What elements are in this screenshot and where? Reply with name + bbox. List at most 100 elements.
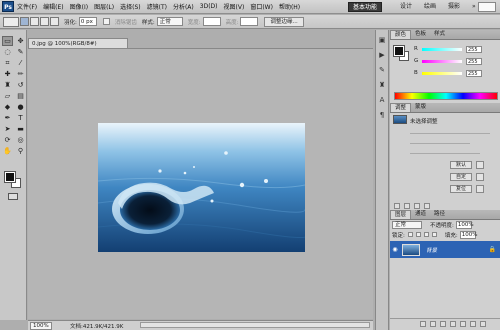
layer-row[interactable]: ◉ 背景 🔒 <box>390 241 500 258</box>
foreground-color-swatch[interactable] <box>4 171 16 183</box>
adjust-reset-option-icon[interactable] <box>476 185 484 193</box>
layer-style-icon[interactable] <box>430 320 436 327</box>
shape-tool-icon[interactable]: ▬ <box>15 124 26 134</box>
blur-tool-icon[interactable]: ◆ <box>2 102 13 112</box>
path-select-tool-icon[interactable]: ➤ <box>2 124 13 134</box>
menu-view[interactable]: 视图(V) <box>221 2 248 11</box>
clone-stamp-tool-icon[interactable]: ♜ <box>2 80 13 90</box>
tab-paths[interactable]: 路径 <box>430 210 449 219</box>
tab-masks[interactable]: 蒙版 <box>411 103 430 112</box>
adjustment-layer-icon[interactable] <box>450 320 456 327</box>
water-splash-image[interactable] <box>98 123 305 252</box>
lock-pixels-icon[interactable] <box>415 232 421 237</box>
clip-icon[interactable] <box>394 203 400 209</box>
move-tool-icon[interactable]: ✥ <box>15 36 26 46</box>
adjust-custom-button[interactable]: 自定 <box>450 173 472 181</box>
menu-3d[interactable]: 3D(D) <box>197 3 221 10</box>
antialias-checkbox[interactable] <box>102 18 110 25</box>
quick-mask-icon[interactable] <box>8 193 18 200</box>
delete-layer-icon[interactable] <box>480 320 486 327</box>
opacity-input[interactable]: 100% <box>455 221 474 229</box>
history-brush-tool-icon[interactable]: ↺ <box>15 80 26 90</box>
dodge-tool-icon[interactable]: ● <box>15 102 26 112</box>
add-selection-icon[interactable] <box>30 17 39 26</box>
type-tool-icon[interactable]: T <box>15 113 26 123</box>
style-select[interactable]: 正常 <box>156 17 183 26</box>
status-zoom-field[interactable]: 100% <box>30 321 52 330</box>
new-group-icon[interactable] <box>460 320 466 327</box>
clone-source-icon[interactable]: ♜ <box>377 81 387 90</box>
workspace-photography-button[interactable]: 摄影 <box>444 2 464 12</box>
brush-tool-icon[interactable]: ✏ <box>15 69 26 79</box>
height-input[interactable] <box>240 17 259 26</box>
trash-icon[interactable] <box>424 203 430 209</box>
blue-value-input[interactable]: 255 <box>466 69 482 77</box>
brush-presets-icon[interactable]: ✎ <box>377 66 387 75</box>
tab-color[interactable]: 颜色 <box>390 30 412 39</box>
menu-layer[interactable]: 图层(L) <box>91 2 117 11</box>
pen-tool-icon[interactable]: ✒ <box>2 113 13 123</box>
paragraph-icon[interactable]: ¶ <box>377 111 387 120</box>
quick-select-tool-icon[interactable]: ✎ <box>15 47 26 57</box>
actions-icon[interactable]: ▶ <box>377 51 387 60</box>
reset-adjustment-icon[interactable] <box>414 203 420 209</box>
menu-edit[interactable]: 编辑(E) <box>40 2 66 11</box>
fill-input[interactable]: 100% <box>459 230 477 239</box>
hand-tool-icon[interactable]: ✋ <box>2 146 13 156</box>
red-slider[interactable] <box>422 47 462 51</box>
blend-mode-select[interactable]: 正常 <box>392 221 422 229</box>
eraser-tool-icon[interactable]: ▱ <box>2 91 13 101</box>
lasso-tool-icon[interactable]: ◌ <box>2 47 13 57</box>
3d-rotate-tool-icon[interactable]: ⟳ <box>2 135 13 145</box>
marquee-tool-icon[interactable]: ▭ <box>2 36 13 46</box>
menu-image[interactable]: 图像(I) <box>67 2 91 11</box>
history-icon[interactable]: ▣ <box>377 36 387 45</box>
lock-position-icon[interactable] <box>423 232 429 237</box>
menu-help[interactable]: 帮助(H) <box>276 2 303 11</box>
red-value-input[interactable]: 255 <box>466 45 482 53</box>
green-value-input[interactable]: 255 <box>466 57 482 65</box>
healing-brush-tool-icon[interactable]: ✚ <box>2 69 13 79</box>
subtract-selection-icon[interactable] <box>40 17 49 26</box>
lock-transparent-icon[interactable] <box>407 232 413 237</box>
eyedropper-tool-icon[interactable]: ⁄ <box>15 58 26 68</box>
horizontal-scrollbar[interactable] <box>140 322 370 328</box>
adjust-custom-option-icon[interactable] <box>476 173 484 181</box>
adjust-default-button[interactable]: 默认 <box>450 161 472 169</box>
link-layers-icon[interactable] <box>420 320 426 327</box>
intersect-selection-icon[interactable] <box>50 17 59 26</box>
color-spectrum-bar[interactable] <box>394 92 498 100</box>
blue-slider[interactable] <box>422 71 462 75</box>
add-mask-icon[interactable] <box>440 320 446 327</box>
zoom-tool-icon[interactable]: ⚲ <box>15 146 26 156</box>
menu-filter[interactable]: 滤镜(T) <box>144 2 170 11</box>
green-slider[interactable] <box>422 59 462 63</box>
new-selection-icon[interactable] <box>20 17 29 26</box>
3d-orbit-tool-icon[interactable]: ◎ <box>15 135 26 145</box>
gradient-tool-icon[interactable]: ▤ <box>15 91 26 101</box>
new-layer-icon[interactable] <box>470 320 476 327</box>
menu-analysis[interactable]: 分析(A) <box>170 2 197 11</box>
workspace-design-button[interactable]: 设计 <box>396 2 416 12</box>
adjust-default-option-icon[interactable] <box>476 161 484 169</box>
tool-preset-picker[interactable] <box>3 16 19 27</box>
menu-select[interactable]: 选择(S) <box>117 2 144 11</box>
character-icon[interactable]: A <box>377 96 387 105</box>
workspace-painting-button[interactable]: 绘画 <box>420 2 440 12</box>
lock-all-icon[interactable] <box>431 232 437 237</box>
width-input[interactable] <box>202 17 221 26</box>
tab-swatches[interactable]: 色板 <box>411 30 430 39</box>
eye-icon[interactable]: ◉ <box>390 246 400 253</box>
visibility-toggle-icon[interactable] <box>404 203 410 209</box>
workspace-essentials-button[interactable]: 基本功能 <box>348 2 383 12</box>
adjust-reset-button[interactable]: 复位 <box>450 185 472 193</box>
tab-layers[interactable]: 图层 <box>390 210 412 219</box>
feather-input[interactable]: 0 px <box>78 17 97 26</box>
color-panel-foreground-swatch[interactable] <box>393 45 405 57</box>
tab-channels[interactable]: 通道 <box>411 210 430 219</box>
crop-tool-icon[interactable]: ⌗ <box>2 58 13 68</box>
tab-styles[interactable]: 样式 <box>430 30 449 39</box>
menu-file[interactable]: 文件(F) <box>14 2 40 11</box>
tab-adjustments[interactable]: 调整 <box>390 103 412 112</box>
search-field[interactable] <box>478 2 496 12</box>
